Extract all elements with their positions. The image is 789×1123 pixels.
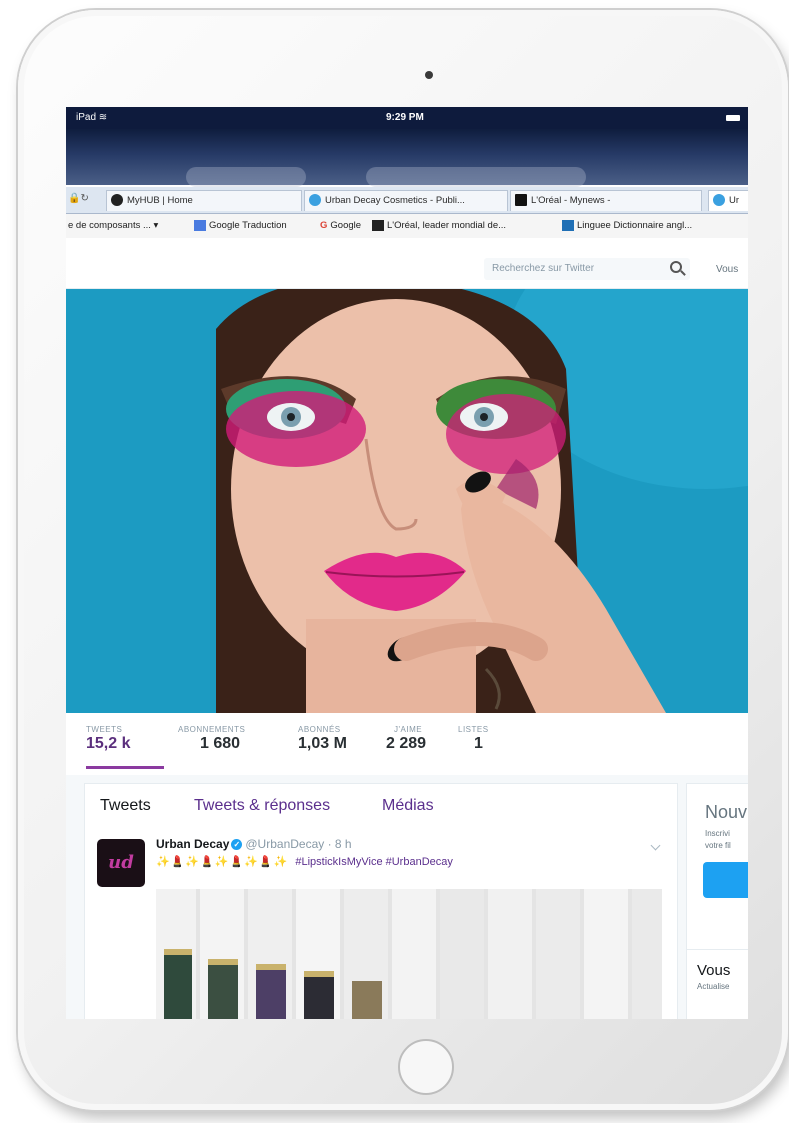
signup-button[interactable] <box>703 862 748 898</box>
bookmark-label: Linguee Dictionnaire angl... <box>577 220 693 232</box>
loreal-favicon-icon <box>515 194 527 207</box>
clock: 9:29 PM <box>386 112 424 123</box>
stat-label: J'AIME <box>394 725 423 734</box>
wifi-icon: ≋ <box>98 112 108 123</box>
sidebar-text: Inscrivi <box>705 829 730 838</box>
tweet-author[interactable]: Urban Decay ✓ @UrbanDecay · 8 h <box>156 837 352 851</box>
stat-label: ABONNEMENTS <box>178 725 246 734</box>
tab-label: Ur <box>729 195 740 206</box>
active-tab-indicator <box>86 766 164 769</box>
bookmark-composants[interactable]: e de composants ... ▾ <box>68 220 158 231</box>
stat-label: ABONNÉS <box>298 725 341 734</box>
bookmark-linguee[interactable]: Linguee Dictionnaire angl... <box>562 220 692 231</box>
blurred-toolbar-shape <box>366 167 586 187</box>
stat-label: LISTES <box>458 725 489 734</box>
tab-label: MyHUB | Home <box>127 195 193 206</box>
translate-icon <box>194 220 206 231</box>
lipstick-photo <box>156 889 662 1019</box>
sidebar-text: votre fil <box>705 841 731 850</box>
tab-urban-decay[interactable]: Urban Decay Cosmetics - Publi... <box>304 190 508 211</box>
profile-banner-image <box>66 289 748 713</box>
linguee-icon <box>562 220 574 231</box>
search-icon[interactable] <box>670 261 682 273</box>
myhub-favicon-icon <box>111 194 123 207</box>
bookmark-google[interactable]: G Google <box>320 220 361 231</box>
device-label: iPad ≋ <box>76 112 108 123</box>
author-name: Urban Decay <box>156 837 230 851</box>
ipad-screen: iPad ≋ 9:29 PM 🔒↻ MyHUB | Home Urban Dec… <box>66 107 748 1019</box>
avatar[interactable]: ud <box>97 839 145 887</box>
tab-myhub[interactable]: MyHUB | Home <box>106 190 302 211</box>
bookmark-label: e de composants ... ▾ <box>68 220 159 231</box>
sidebar-heading: Nouv <box>705 802 748 822</box>
ie-favicon-icon <box>713 194 725 207</box>
tab-label: L'Oréal - Mynews - <box>531 195 611 206</box>
refresh-link[interactable]: Actualise <box>697 982 729 991</box>
bookmarks-bar: e de composants ... ▾ Google Traduction … <box>66 214 748 239</box>
ie-favicon-icon <box>309 194 321 207</box>
tab-label: Urban Decay Cosmetics - Publi... <box>325 195 465 206</box>
verified-icon: ✓ <box>231 839 243 851</box>
stat-value: 1 <box>474 735 483 752</box>
stat-jaime[interactable]: J'AIME 2 289 <box>386 725 426 753</box>
tab-active[interactable]: Ur <box>708 190 748 211</box>
bookmark-loreal[interactable]: L'Oréal, leader mondial de... <box>372 220 506 231</box>
stat-listes[interactable]: LISTES 1 <box>458 725 489 753</box>
home-button[interactable] <box>398 1039 454 1095</box>
google-icon: G <box>320 220 328 231</box>
tab-tweets-replies[interactable]: Tweets & réponses <box>194 797 330 815</box>
sidebar-suggestions-card: Vous Actualise <box>686 949 748 1019</box>
bookmark-label: Google <box>330 220 362 231</box>
suggestions-heading: Vous <box>697 962 731 979</box>
lock-refresh-icon[interactable]: 🔒↻ <box>68 193 89 204</box>
you-menu[interactable]: Vous <box>716 264 738 275</box>
stat-abonnes[interactable]: ABONNÉS 1,03 M <box>298 725 347 753</box>
bookmark-label: Google Traduction <box>209 220 287 232</box>
blurred-toolbar-shape <box>186 167 306 187</box>
stat-value: 15,2 k <box>86 735 131 752</box>
stat-value: 1 680 <box>200 735 241 752</box>
tweet-hashtags[interactable]: #LipstickIsMyVice #UrbanDecay <box>295 856 453 868</box>
tweet-text: ✨💄✨💄✨💄✨💄✨ #LipstickIsMyVice #UrbanDecay <box>156 855 453 868</box>
author-handle: @UrbanDecay · 8 h <box>245 837 352 851</box>
stat-abonnements[interactable]: ABONNEMENTS 1 680 <box>178 725 245 753</box>
banner-photo <box>66 289 748 713</box>
bookmark-label: L'Oréal, leader mondial de... <box>387 220 507 232</box>
stat-value: 2 289 <box>386 735 427 752</box>
tweet-media-image[interactable] <box>156 889 662 1019</box>
stat-value: 1,03 M <box>298 735 347 752</box>
search-placeholder: Recherchez sur Twitter <box>492 263 595 274</box>
stat-label: TWEETS <box>86 725 123 734</box>
tweet-emojis: ✨💄✨💄✨💄✨💄✨ <box>156 856 289 868</box>
status-bar: iPad ≋ 9:29 PM <box>66 107 748 129</box>
browser-top-strip <box>66 129 748 187</box>
tab-tweets[interactable]: Tweets <box>100 797 151 815</box>
loreal-icon <box>372 220 384 231</box>
browser-tab-bar: 🔒↻ MyHUB | Home Urban Decay Cosmetics - … <box>66 187 748 214</box>
bookmark-google-traduction[interactable]: Google Traduction <box>194 220 287 231</box>
search-input[interactable]: Recherchez sur Twitter <box>484 258 690 280</box>
battery-icon <box>726 115 740 121</box>
profile-stats-bar: TWEETS 15,2 k ABONNEMENTS 1 680 ABONNÉS … <box>66 713 748 776</box>
tab-medias[interactable]: Médias <box>382 797 434 815</box>
tab-loreal[interactable]: L'Oréal - Mynews - <box>510 190 702 211</box>
stat-tweets[interactable]: TWEETS 15,2 k <box>86 725 130 753</box>
front-camera <box>425 71 433 79</box>
